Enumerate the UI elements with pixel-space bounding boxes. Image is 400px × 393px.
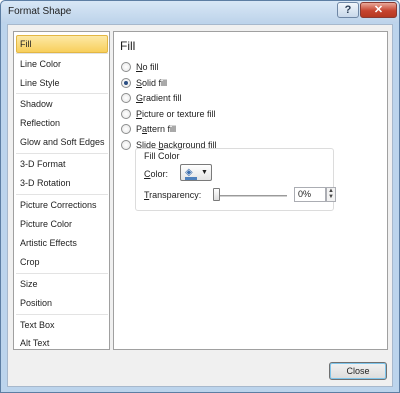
fill-color-picker-button[interactable]: ◈ ▼ xyxy=(180,164,212,181)
help-button[interactable]: ? xyxy=(337,2,359,18)
divider xyxy=(16,273,108,274)
divider xyxy=(16,53,108,54)
fill-color-group: Fill Color Color: ◈ ▼ Transparency: 0% ▲… xyxy=(135,148,336,211)
sidebar-item-position[interactable]: Position xyxy=(16,294,108,312)
spin-down-icon[interactable]: ▼ xyxy=(327,194,335,200)
sidebar-item-fill[interactable]: Fill xyxy=(16,35,108,53)
color-label: Color: xyxy=(144,169,169,179)
transparency-spinner: ▲ ▼ xyxy=(326,187,336,202)
no-fill-label: No fill xyxy=(136,62,159,72)
sidebar-item-shadow[interactable]: Shadow xyxy=(16,95,108,113)
divider xyxy=(16,93,108,94)
title-bar: Format Shape ? ✕ xyxy=(1,1,399,23)
category-list: Fill Line Color Line Style Shadow Reflec… xyxy=(13,31,110,350)
format-shape-dialog: Format Shape ? ✕ Fill Line Color Line St… xyxy=(0,0,400,393)
dialog-title: Format Shape xyxy=(8,6,72,17)
transparency-slider-thumb[interactable] xyxy=(213,188,220,201)
divider xyxy=(16,153,108,154)
sidebar-item-crop[interactable]: Crop xyxy=(16,253,108,271)
title-close-button[interactable]: ✕ xyxy=(360,2,397,18)
divider xyxy=(16,194,108,195)
sidebar-item-picture-color[interactable]: Picture Color xyxy=(16,215,108,233)
transparency-label: Transparency: xyxy=(144,190,202,200)
solid-fill-label: Solid fill xyxy=(136,78,168,88)
fill-color-title: Fill Color xyxy=(144,151,180,161)
sidebar-item-artistic-effects[interactable]: Artistic Effects xyxy=(16,234,108,252)
fill-panel: Fill No fill Solid fill Gradient fill Pi… xyxy=(113,31,388,350)
transparency-slider-track[interactable] xyxy=(213,195,287,197)
sidebar-item-alt-text[interactable]: Alt Text xyxy=(16,334,108,352)
color-swatch xyxy=(185,177,197,180)
sidebar-item-text-box[interactable]: Text Box xyxy=(16,316,108,334)
close-button[interactable]: Close xyxy=(329,362,387,380)
picture-texture-fill-label: Picture or texture fill xyxy=(136,109,216,119)
sidebar-item-line-color[interactable]: Line Color xyxy=(16,55,108,73)
sidebar-item-line-style[interactable]: Line Style xyxy=(16,74,108,92)
gradient-fill-label: Gradient fill xyxy=(136,93,182,103)
sidebar-item-3d-format[interactable]: 3-D Format xyxy=(16,155,108,173)
sidebar-item-size[interactable]: Size xyxy=(16,275,108,293)
pattern-fill-label: Pattern fill xyxy=(136,124,177,134)
sidebar-item-reflection[interactable]: Reflection xyxy=(16,114,108,132)
no-fill-radio[interactable] xyxy=(121,62,131,72)
panel-heading: Fill xyxy=(120,39,136,53)
dialog-body: Fill Line Color Line Style Shadow Reflec… xyxy=(7,24,393,387)
sidebar-item-glow-soft-edges[interactable]: Glow and Soft Edges xyxy=(16,133,108,151)
gradient-fill-radio[interactable] xyxy=(121,93,131,103)
sidebar-item-3d-rotation[interactable]: 3-D Rotation xyxy=(16,174,108,192)
slide-background-fill-radio[interactable] xyxy=(121,140,131,150)
sidebar-item-picture-corrections[interactable]: Picture Corrections xyxy=(16,196,108,214)
picture-texture-fill-radio[interactable] xyxy=(121,109,131,119)
solid-fill-radio[interactable] xyxy=(121,78,131,88)
transparency-input[interactable]: 0% xyxy=(294,187,326,202)
pattern-fill-radio[interactable] xyxy=(121,124,131,134)
dropdown-arrow-icon: ▼ xyxy=(201,169,208,176)
divider xyxy=(16,314,108,315)
